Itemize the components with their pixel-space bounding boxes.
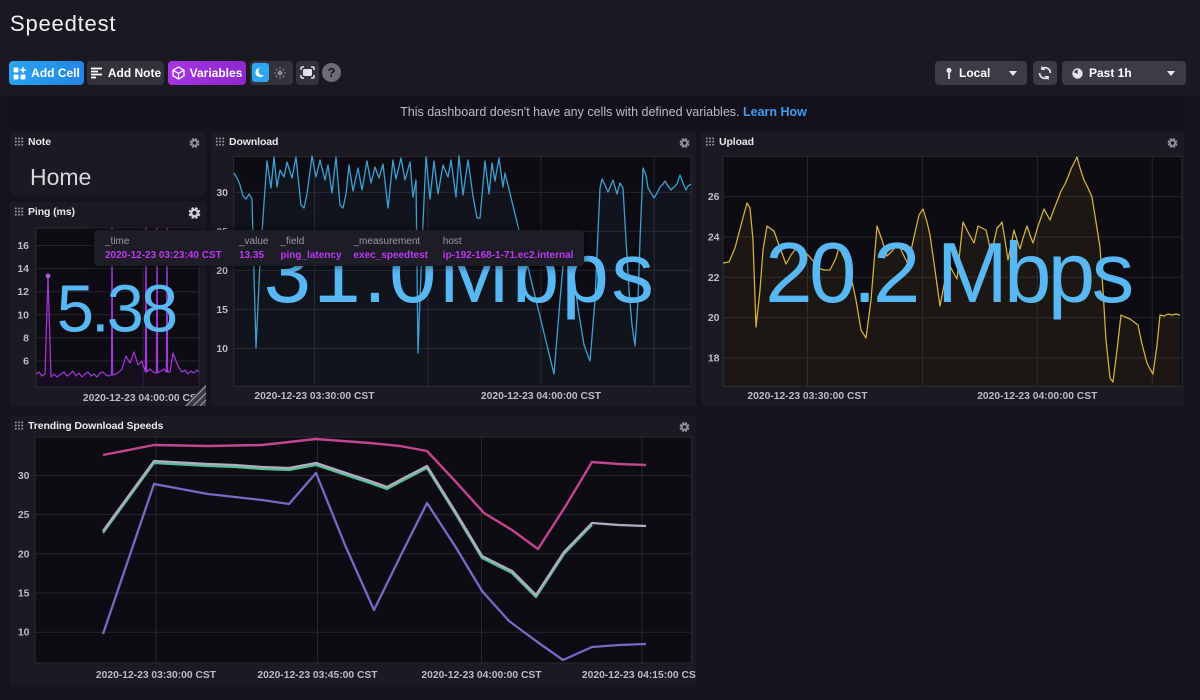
svg-text:22: 22 <box>708 272 720 284</box>
svg-text:18: 18 <box>708 352 720 364</box>
svg-text:12: 12 <box>17 286 29 298</box>
svg-text:2020-12-23 03:45:00 CST: 2020-12-23 03:45:00 CST <box>257 670 378 681</box>
svg-text:2020-12-23 04:00:00 CST: 2020-12-23 04:00:00 CST <box>481 391 602 402</box>
svg-text:20: 20 <box>18 548 30 560</box>
svg-text:15: 15 <box>216 304 228 316</box>
svg-text:24: 24 <box>708 232 720 244</box>
svg-text:30: 30 <box>18 470 30 482</box>
svg-text:26: 26 <box>708 191 720 203</box>
svg-text:30: 30 <box>216 187 228 199</box>
svg-text:25: 25 <box>18 509 30 521</box>
svg-text:2020-12-23 04:15:00 CST: 2020-12-23 04:15:00 CST <box>582 670 696 681</box>
svg-text:2020-12-23 03:30:00 CST: 2020-12-23 03:30:00 CST <box>96 670 217 681</box>
svg-text:20: 20 <box>216 265 228 277</box>
svg-text:2020-12-23 04:00:00 CST: 2020-12-23 04:00:00 CST <box>421 670 542 681</box>
svg-text:14: 14 <box>17 263 29 275</box>
svg-text:16: 16 <box>17 240 29 252</box>
svg-text:Note: Note <box>28 136 51 148</box>
svg-text:15: 15 <box>18 588 30 600</box>
svg-text:6: 6 <box>23 356 29 368</box>
svg-text:10: 10 <box>18 627 30 639</box>
svg-text:8: 8 <box>23 332 29 344</box>
svg-text:2020-12-23 03:30:00 CST: 2020-12-23 03:30:00 CST <box>254 391 375 402</box>
svg-text:2020-12-23 03:30:00 CST: 2020-12-23 03:30:00 CST <box>747 391 868 402</box>
svg-text:20: 20 <box>708 312 720 324</box>
svg-text:2020-12-23 04:00:00 CST: 2020-12-23 04:00:00 CST <box>83 393 204 404</box>
svg-text:10: 10 <box>216 343 228 355</box>
svg-text:2020-12-23 04:00:00 CST: 2020-12-23 04:00:00 CST <box>977 391 1098 402</box>
svg-text:10: 10 <box>17 309 29 321</box>
